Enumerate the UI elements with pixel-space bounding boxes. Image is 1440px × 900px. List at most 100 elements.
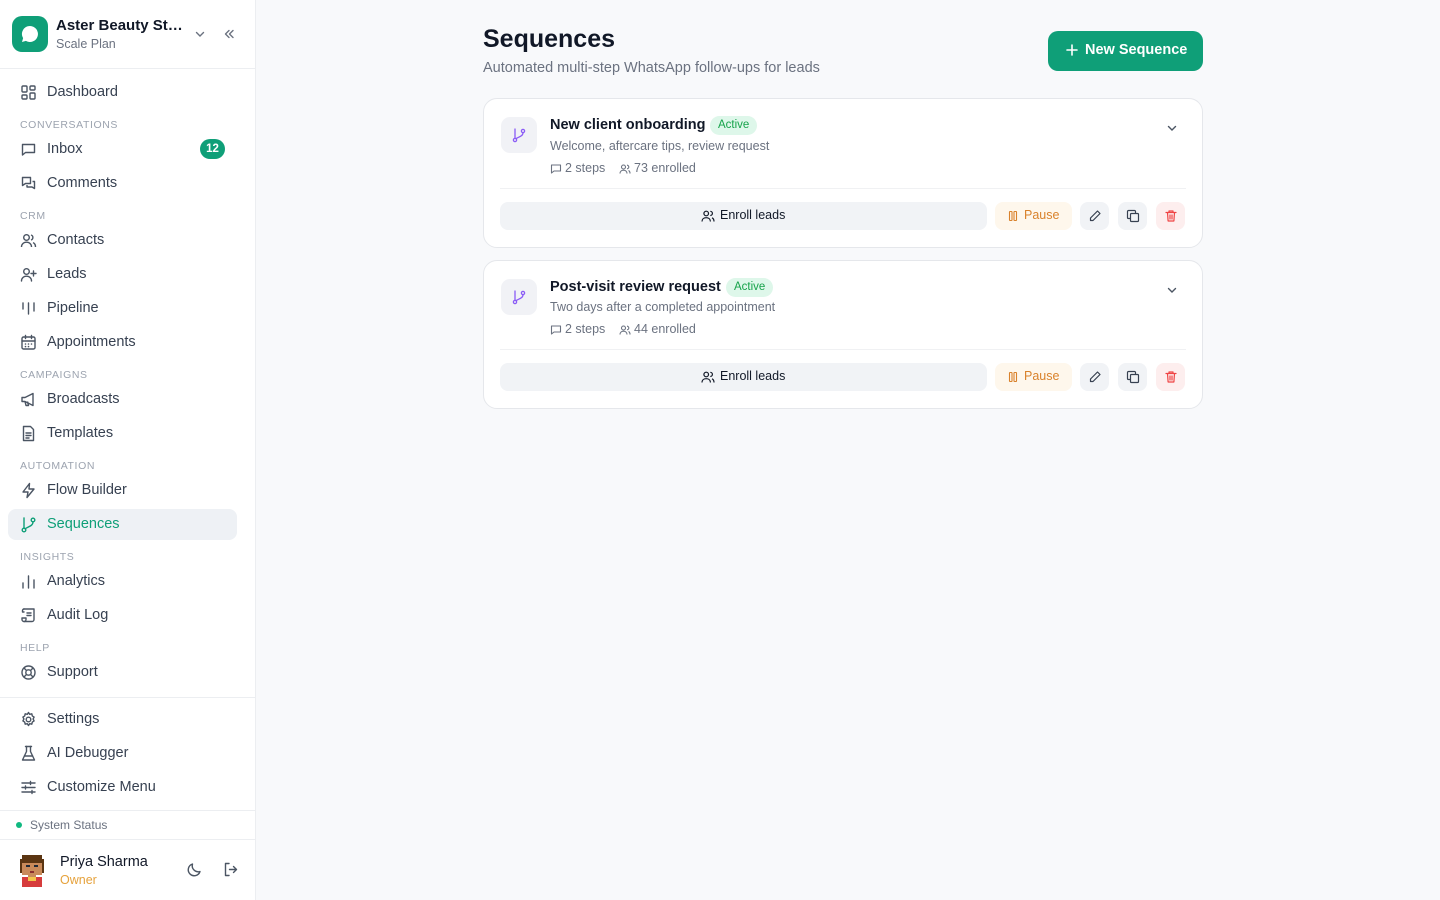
message-square-icon xyxy=(21,143,36,156)
edit-button[interactable] xyxy=(1080,202,1109,230)
collapse-sidebar-icon[interactable] xyxy=(222,27,236,41)
moon-icon[interactable] xyxy=(186,861,203,878)
sidebar-item-audit-log[interactable]: Audit Log xyxy=(8,600,237,631)
copy-icon xyxy=(1126,370,1140,384)
sidebar-divider xyxy=(0,810,255,811)
sidebar-item-label: Dashboard xyxy=(47,84,118,100)
chevron-down-icon[interactable] xyxy=(1165,121,1179,135)
enroll-leads-button[interactable]: Enroll leads xyxy=(500,363,987,391)
sidebar-item-templates[interactable]: Templates xyxy=(8,418,237,449)
enroll-leads-button[interactable]: Enroll leads xyxy=(500,202,987,230)
sidebar-item-flow-builder[interactable]: Flow Builder xyxy=(8,475,237,506)
sidebar-item-label: Audit Log xyxy=(47,607,109,623)
pencil-icon xyxy=(1089,210,1101,222)
sidebar-item-ai-debugger[interactable]: AI Debugger xyxy=(8,738,237,769)
sequence-icon xyxy=(501,279,537,315)
sequence-card: Post-visit review request Active Two day… xyxy=(483,260,1203,409)
status-badge: Active xyxy=(710,116,758,135)
sliders-icon xyxy=(21,780,36,795)
sequence-title[interactable]: Post-visit review request xyxy=(550,279,721,295)
git-branch-icon xyxy=(21,517,36,533)
inbox-unread-badge: 12 xyxy=(200,139,225,159)
users-icon xyxy=(701,210,715,222)
section-label-help: HELP xyxy=(20,642,50,654)
zap-icon xyxy=(22,482,35,499)
sidebar-item-customize-menu[interactable]: Customize Menu xyxy=(8,772,237,803)
sidebar-item-analytics[interactable]: Analytics xyxy=(8,566,237,597)
duplicate-button[interactable] xyxy=(1118,202,1147,230)
enrolled-count: 44 enrolled xyxy=(634,322,696,336)
section-label-automation: AUTOMATION xyxy=(20,460,96,472)
chevron-down-icon[interactable] xyxy=(193,27,207,41)
dashboard-icon xyxy=(21,85,36,100)
sidebar-item-label: Pipeline xyxy=(47,300,99,316)
sidebar-divider xyxy=(0,839,255,840)
new-sequence-button[interactable]: New Sequence xyxy=(1048,31,1203,71)
messages-icon xyxy=(21,176,36,190)
enroll-leads-label: Enroll leads xyxy=(720,208,786,222)
sidebar-item-pipeline[interactable]: Pipeline xyxy=(8,293,237,324)
workspace-switcher[interactable]: Aster Beauty Stu... Scale Plan xyxy=(0,0,255,69)
sidebar-item-support[interactable]: Support xyxy=(8,657,237,688)
sidebar-item-leads[interactable]: Leads xyxy=(8,259,237,290)
logout-icon[interactable] xyxy=(222,861,239,878)
sidebar-item-settings[interactable]: Settings xyxy=(8,704,237,735)
kanban-icon xyxy=(22,302,35,315)
sidebar-item-contacts[interactable]: Contacts xyxy=(8,225,237,256)
bar-chart-icon xyxy=(22,575,35,589)
chevron-down-icon[interactable] xyxy=(1165,283,1179,297)
delete-button[interactable] xyxy=(1156,202,1185,230)
file-text-icon xyxy=(22,425,35,442)
workspace-name: Aster Beauty Stu... xyxy=(56,17,188,34)
calendar-icon xyxy=(21,334,36,350)
sequence-card: New client onboarding Active Welcome, af… xyxy=(483,98,1203,248)
card-divider xyxy=(500,349,1186,350)
steps-count: 2 steps xyxy=(565,161,606,175)
sidebar-item-label: Support xyxy=(47,664,98,680)
trash-icon xyxy=(1165,371,1177,383)
sidebar-item-label: Sequences xyxy=(47,516,120,532)
edit-button[interactable] xyxy=(1080,363,1109,391)
sidebar-item-label: Inbox xyxy=(47,141,83,157)
delete-button[interactable] xyxy=(1156,363,1185,391)
sidebar-item-inbox[interactable]: Inbox 12 xyxy=(8,134,237,165)
sidebar-item-comments[interactable]: Comments xyxy=(8,168,237,199)
steps-count: 2 steps xyxy=(565,322,606,336)
page-subtitle: Automated multi-step WhatsApp follow-ups… xyxy=(483,60,820,76)
brand-logo-icon xyxy=(12,16,48,52)
sidebar-item-label: Appointments xyxy=(47,334,136,350)
users-icon xyxy=(20,234,37,248)
sidebar-item-appointments[interactable]: Appointments xyxy=(8,327,237,358)
life-buoy-icon xyxy=(21,665,36,680)
system-status-link[interactable]: System Status xyxy=(30,818,107,832)
users-icon xyxy=(619,325,631,335)
sequence-description: Welcome, aftercare tips, review request xyxy=(550,139,770,153)
enroll-leads-label: Enroll leads xyxy=(720,369,786,383)
avatar[interactable] xyxy=(16,853,48,887)
copy-icon xyxy=(1126,209,1140,223)
flask-icon xyxy=(21,745,36,761)
sidebar-item-sequences[interactable]: Sequences xyxy=(8,509,237,540)
message-square-icon xyxy=(550,325,562,335)
pause-label: Pause xyxy=(1024,369,1060,383)
status-badge: Active xyxy=(726,278,774,297)
scroll-icon xyxy=(21,608,35,623)
sidebar-item-label: Settings xyxy=(47,711,100,727)
sidebar-item-label: AI Debugger xyxy=(47,745,129,761)
duplicate-button[interactable] xyxy=(1118,363,1147,391)
pause-button[interactable]: Pause xyxy=(995,363,1072,391)
pause-button[interactable]: Pause xyxy=(995,202,1072,230)
section-label-conversations: CONVERSATIONS xyxy=(20,119,119,131)
user-plus-icon xyxy=(20,268,37,282)
sidebar-item-label: Templates xyxy=(47,425,114,441)
sidebar-item-label: Comments xyxy=(47,175,118,191)
sidebar-item-label: Analytics xyxy=(47,573,106,589)
card-divider xyxy=(500,188,1186,189)
enrolled-count: 73 enrolled xyxy=(634,161,696,175)
section-label-campaigns: CAMPAIGNS xyxy=(20,369,88,381)
sequence-title[interactable]: New client onboarding xyxy=(550,117,705,133)
sidebar-item-label: Leads xyxy=(47,266,87,282)
sidebar-item-broadcasts[interactable]: Broadcasts xyxy=(8,384,237,415)
sidebar-item-dashboard[interactable]: Dashboard xyxy=(8,77,237,108)
gear-icon xyxy=(22,711,35,727)
